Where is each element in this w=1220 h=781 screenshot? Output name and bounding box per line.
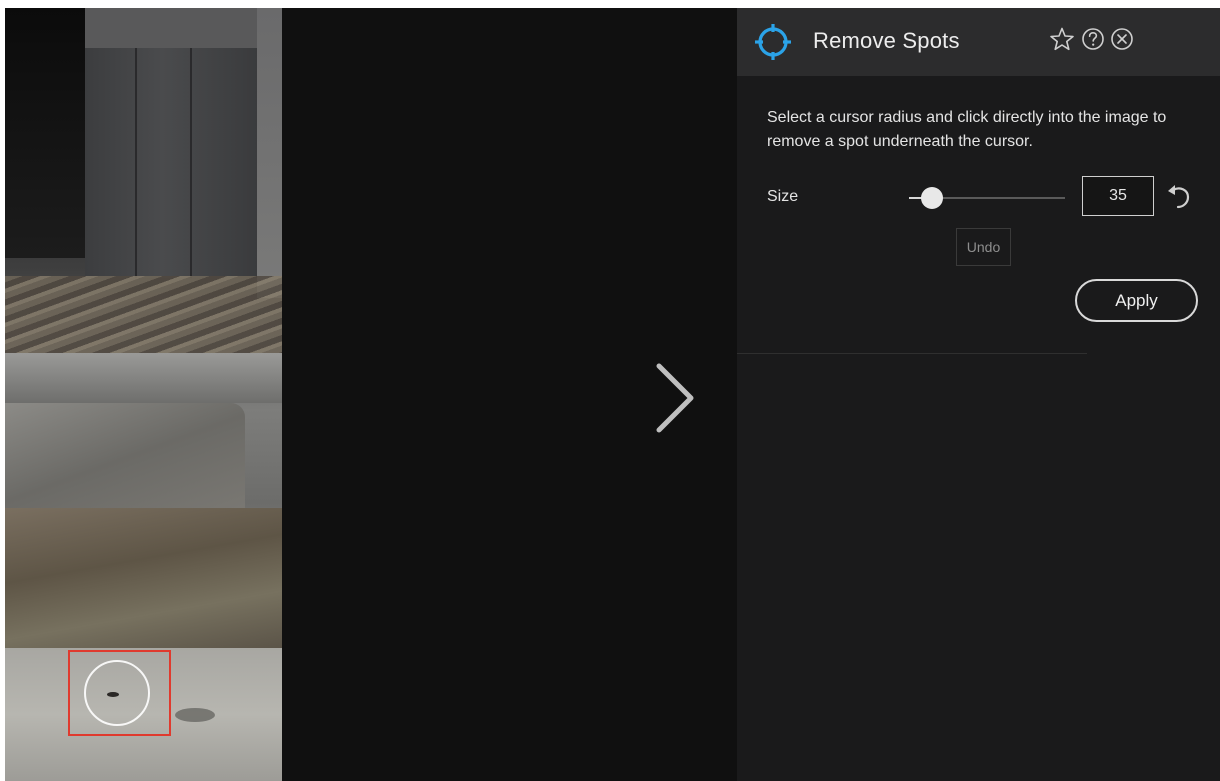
- question-circle-icon[interactable]: [1080, 26, 1106, 52]
- app-window: Remove Spots Select a cursor radius and …: [5, 8, 1220, 781]
- panel-title: Remove Spots: [813, 28, 960, 53]
- size-input[interactable]: [1082, 176, 1154, 216]
- step-edge: [5, 353, 282, 403]
- stone-step: [5, 403, 245, 513]
- chevron-right-icon[interactable]: [645, 358, 705, 438]
- crosshair-target-icon: [755, 24, 791, 60]
- star-icon[interactable]: [1049, 26, 1075, 52]
- divider: [737, 353, 1087, 354]
- size-slider-thumb[interactable]: [921, 187, 944, 209]
- door-seam: [190, 48, 192, 278]
- undo-button[interactable]: Undo: [956, 228, 1011, 266]
- reset-arrow-icon[interactable]: [1163, 182, 1193, 212]
- image-preview[interactable]: [5, 8, 282, 781]
- wall-area: [85, 8, 282, 53]
- close-circle-icon[interactable]: [1109, 26, 1135, 52]
- spot-highlight-box: [68, 650, 171, 736]
- size-label: Size: [767, 188, 799, 205]
- spot-cursor-circle: [84, 660, 150, 726]
- floor-mat: [5, 276, 282, 356]
- dark-doorway: [5, 8, 85, 258]
- apply-button[interactable]: Apply: [1075, 279, 1198, 322]
- stone-step: [5, 508, 282, 648]
- door-area: [85, 48, 257, 278]
- door-seam: [135, 48, 137, 278]
- remove-spots-panel: Remove Spots Select a cursor radius and …: [737, 8, 1220, 781]
- panel-header: Remove Spots: [737, 8, 1220, 76]
- instructions-text: Select a cursor radius and click directl…: [767, 109, 1167, 150]
- ground-crack: [175, 708, 215, 722]
- wall-right: [257, 8, 282, 298]
